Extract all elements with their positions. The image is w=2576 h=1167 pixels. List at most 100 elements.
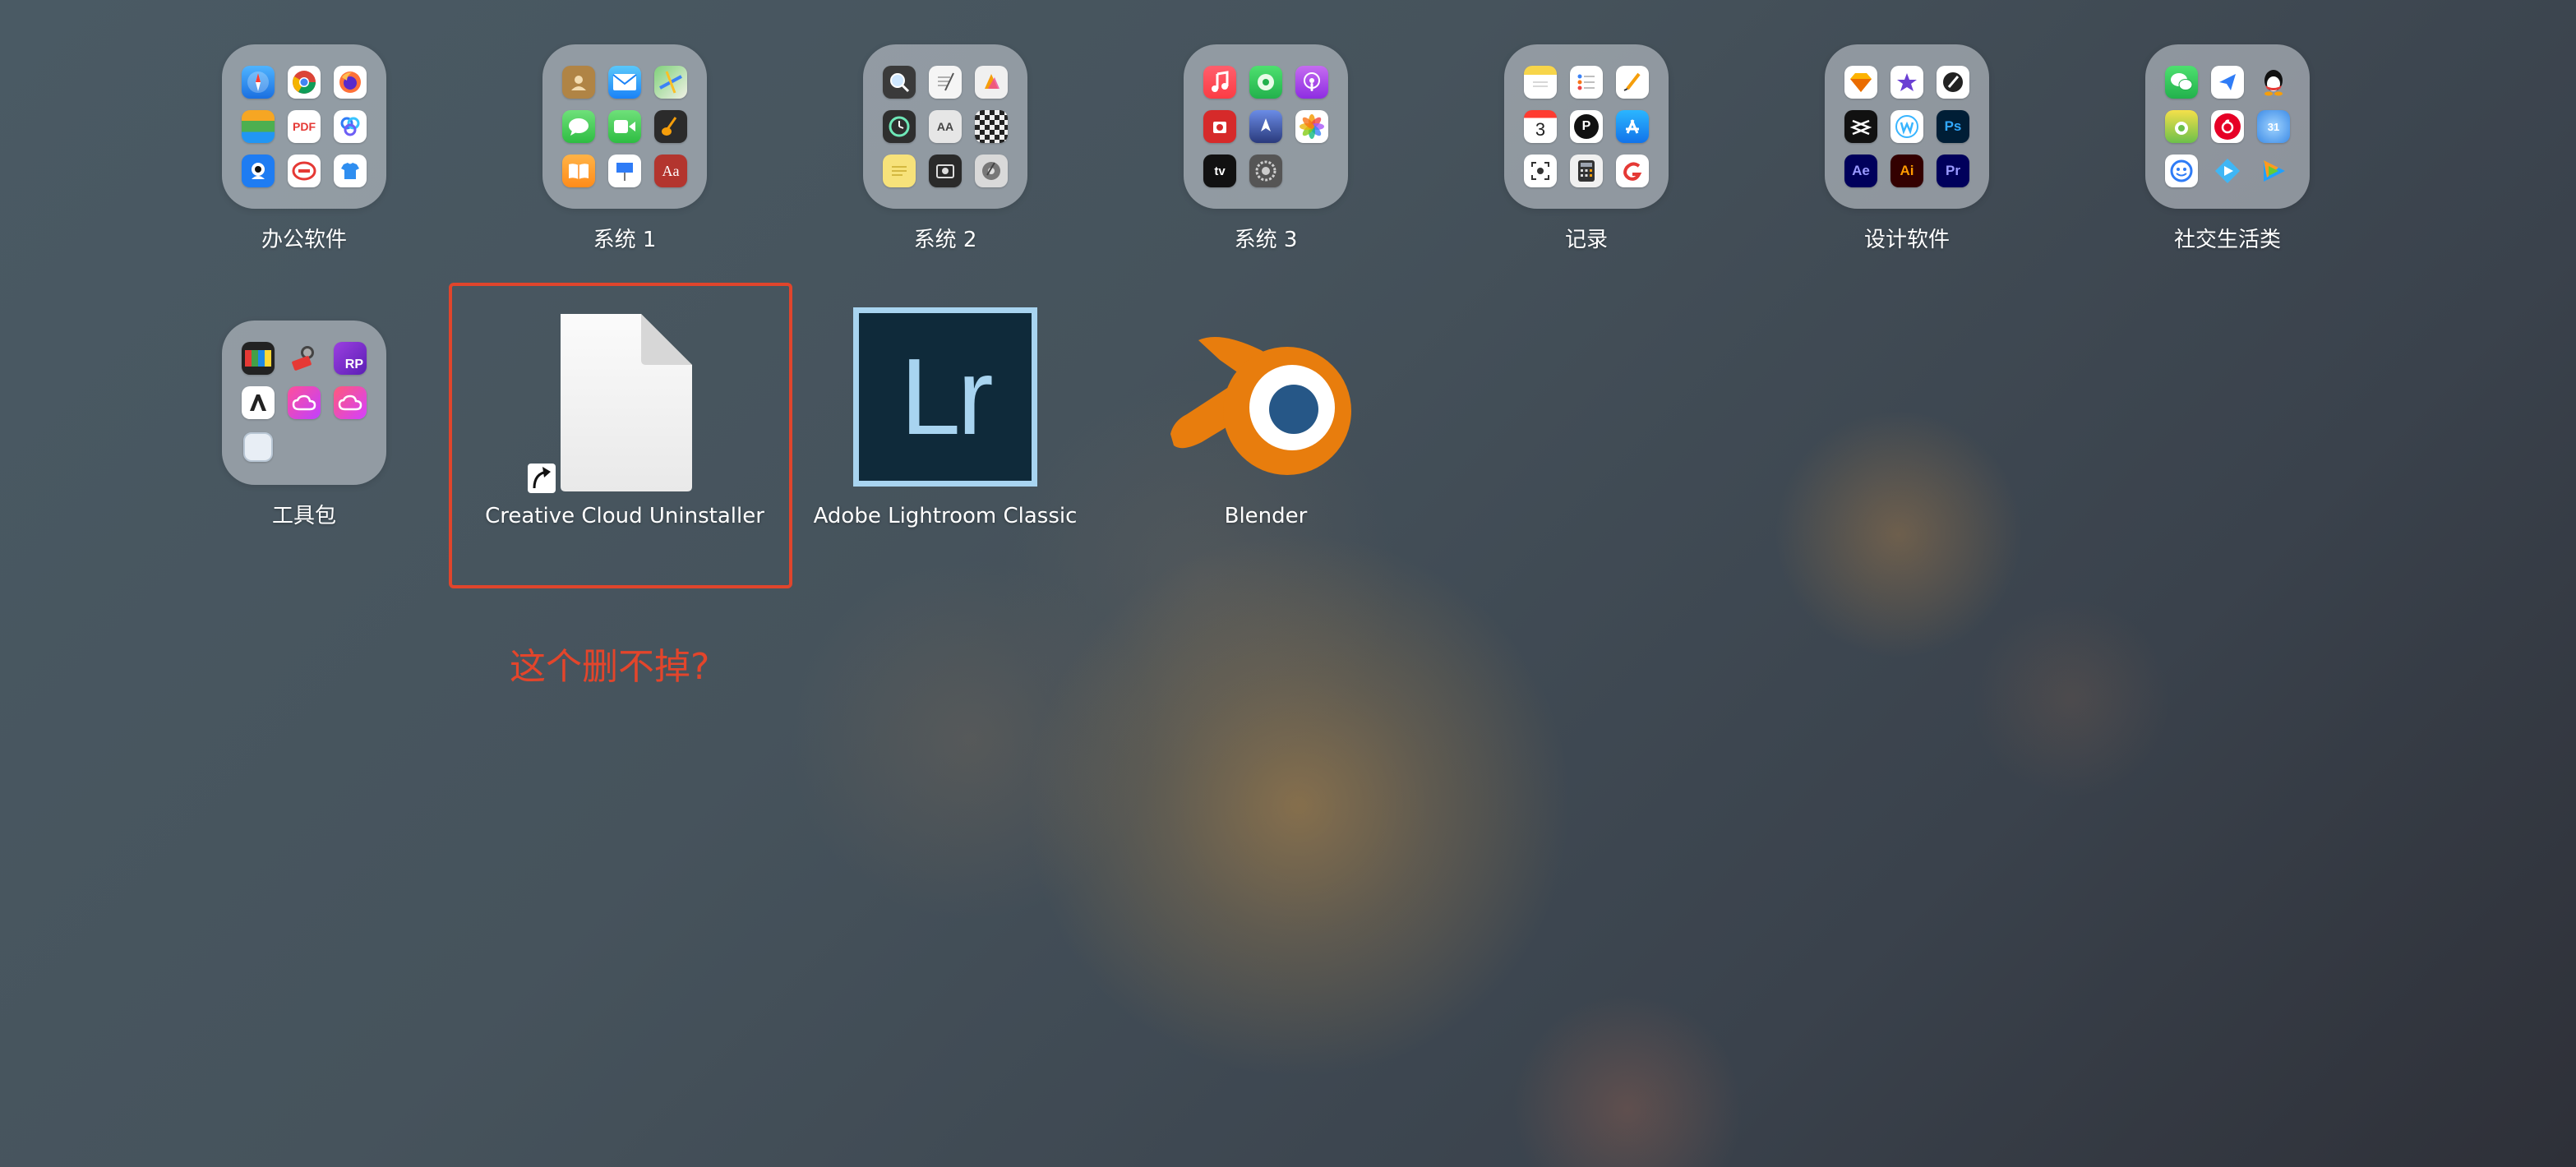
p-app-icon-text: P	[1581, 119, 1591, 133]
dictionary-icon: Aa	[654, 155, 687, 187]
preview-icon	[883, 66, 916, 99]
folder-label-system-2: 系统 2	[913, 228, 977, 252]
folder-label-records: 记录	[1564, 228, 1608, 252]
textedit-icon	[929, 66, 962, 99]
folder-label-system-3: 系统 3	[1234, 228, 1298, 252]
number-31-icon: 31	[2257, 110, 2290, 143]
lightroom-icon-text: Lr	[900, 336, 993, 457]
launchpad-icon	[1249, 110, 1282, 143]
messages-icon	[562, 110, 595, 143]
app-adobe-lightroom-classic[interactable]: Lr	[853, 307, 1037, 487]
folder-social-life[interactable]: 31	[2145, 44, 2310, 209]
netease-mail-icon	[288, 155, 321, 187]
mail-icon	[608, 66, 641, 99]
podcasts-icon	[1295, 66, 1328, 99]
folder-label-office-software: 办公软件	[261, 228, 347, 252]
axure-rp-icon: RP	[334, 342, 367, 375]
tshirt-icon	[334, 155, 367, 187]
music-icon	[1203, 66, 1236, 99]
firefox-icon	[334, 66, 367, 99]
facetime-icon	[608, 110, 641, 143]
books-icon	[562, 155, 595, 187]
screen-capture-icon	[1524, 155, 1557, 187]
contacts-icon	[562, 66, 595, 99]
dictionary-icon-text: Aa	[662, 162, 680, 179]
maps-icon	[654, 66, 687, 99]
youku-icon	[2211, 155, 2244, 187]
garageband-icon	[654, 110, 687, 143]
keynote-icon	[608, 155, 641, 187]
folder-label-design-software: 设计软件	[1863, 228, 1950, 252]
calendar-day-text: 3	[1535, 119, 1546, 140]
notes-icon	[1524, 66, 1557, 99]
apple-tv-icon: tv	[1203, 155, 1236, 187]
annotation-text: 这个删不掉?	[510, 646, 710, 688]
annotation-highlight-box	[449, 283, 792, 588]
pinduoduo-icon	[2165, 110, 2198, 143]
chess-icon	[975, 110, 1008, 143]
app-blender[interactable]	[1170, 325, 1360, 482]
photos-icon	[1295, 110, 1328, 143]
feishu-icon	[2211, 66, 2244, 99]
folder-system-1[interactable]: Aa	[542, 44, 707, 209]
system-preferences-icon	[1249, 155, 1282, 187]
mic-stand-icon	[288, 342, 321, 375]
after-effects-icon: Ae	[1844, 155, 1877, 187]
app-label-blender: Blender	[1224, 504, 1308, 528]
apple-tv-icon-text: tv	[1214, 164, 1226, 178]
stickies-icon	[883, 155, 916, 187]
qq-mail-icon	[242, 155, 275, 187]
imovie-icon	[1890, 66, 1923, 99]
illustrator-icon: Ai	[1890, 155, 1923, 187]
folder-label-toolkit: 工具包	[271, 504, 336, 528]
cloud-link-icon	[334, 110, 367, 143]
adobe-acrobat-icon	[242, 386, 275, 419]
chrome-icon	[288, 66, 321, 99]
illustrator-icon-text: Ai	[1900, 163, 1914, 178]
safari-icon	[242, 66, 275, 99]
folder-system-2[interactable]: AA	[863, 44, 1027, 209]
folder-toolkit[interactable]: RP	[222, 321, 386, 485]
photoshop-icon-text: Ps	[1944, 118, 1962, 134]
calendar-icon: 3	[1524, 110, 1557, 143]
netease-music-icon	[2211, 110, 2244, 143]
number-31-icon-text: 31	[2267, 120, 2280, 133]
folder-label-system-1: 系统 1	[593, 228, 657, 252]
after-effects-icon-text: Ae	[1852, 163, 1870, 178]
blank-app-icon	[243, 432, 273, 462]
freeform-icon	[1616, 66, 1649, 99]
archive-utility-icon	[242, 110, 275, 143]
axure-rp-icon-text: RP	[344, 357, 363, 371]
photo-booth-icon	[1203, 110, 1236, 143]
font-book-icon: AA	[929, 110, 962, 143]
creative-cloud-icon	[288, 386, 321, 419]
w-app-icon	[1890, 110, 1923, 143]
app-label-adobe-lightroom-classic: Adobe Lightroom Classic	[813, 504, 1078, 528]
tencent-video-icon	[2257, 155, 2290, 187]
lightroom-icon: Lr	[853, 307, 1037, 487]
folder-design-software[interactable]: Ps Ae Ai Pr	[1825, 44, 1989, 209]
screenshot-icon	[929, 155, 962, 187]
pdf-icon: PDF	[288, 110, 321, 143]
folder-system-3[interactable]: tv	[1184, 44, 1348, 209]
sketch-icon	[1844, 66, 1877, 99]
qq-icon	[2257, 66, 2290, 99]
capcut-icon	[1844, 110, 1877, 143]
folder-records[interactable]: 3 P	[1504, 44, 1669, 209]
disk-utility-icon	[975, 155, 1008, 187]
red-swirl-app-icon	[1616, 155, 1649, 187]
folder-label-social-life: 社交生活类	[2173, 228, 2281, 252]
folder-office-software[interactable]: PDF	[222, 44, 386, 209]
premiere-pro-icon-text: Pr	[1946, 163, 1960, 178]
vectornator-icon	[1937, 66, 1969, 99]
p-app-icon: P	[1570, 110, 1603, 143]
blender-icon	[1170, 337, 1351, 475]
pdf-icon-text: PDF	[293, 120, 316, 133]
reminders-icon	[1570, 66, 1603, 99]
app-store-icon	[1616, 110, 1649, 143]
time-machine-icon	[883, 110, 916, 143]
color-bars-icon	[242, 342, 275, 375]
colorsync-icon	[975, 66, 1008, 99]
creative-cloud-icon-2	[334, 386, 367, 419]
wechat-icon	[2165, 66, 2198, 99]
